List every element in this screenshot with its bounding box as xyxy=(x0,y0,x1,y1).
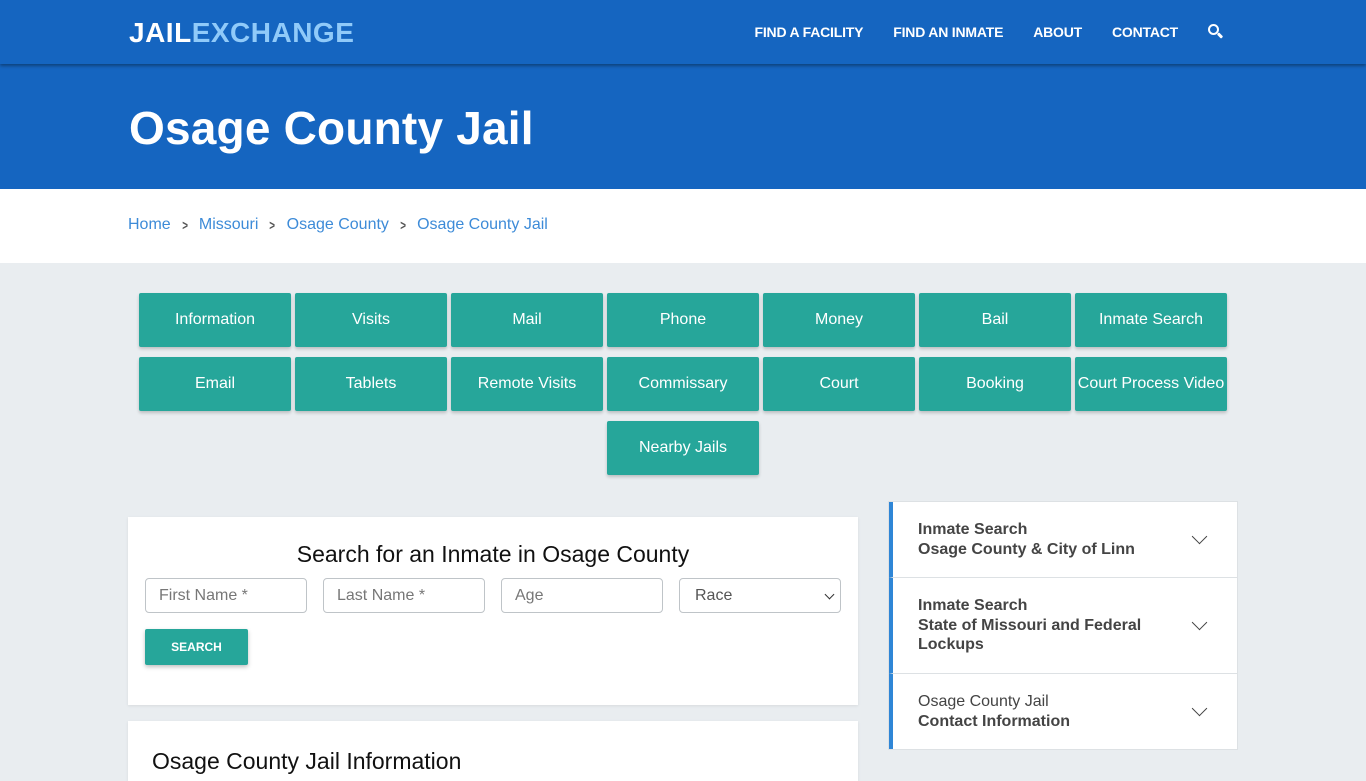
tile-email[interactable]: Email xyxy=(139,357,291,411)
chevron-down-icon xyxy=(1191,700,1208,716)
accordion-subtitle: Contact Information xyxy=(918,712,1070,730)
breadcrumb-bar: Home > Missouri > Osage County > Osage C… xyxy=(0,189,1366,263)
page-hero: Osage County Jail xyxy=(0,64,1366,189)
breadcrumb-osage-county[interactable]: Osage County xyxy=(287,216,389,234)
nav-about[interactable]: ABOUT xyxy=(1033,24,1082,40)
age-input[interactable]: Age xyxy=(501,578,663,613)
tile-information[interactable]: Information xyxy=(139,293,291,347)
accordion-title: Inmate Search xyxy=(918,597,1028,615)
tile-mail[interactable]: Mail xyxy=(451,293,603,347)
inmate-search-title: Search for an Inmate in Osage County xyxy=(296,541,690,567)
first-name-input[interactable]: First Name * xyxy=(145,578,307,613)
jail-information-card: Osage County Jail Information xyxy=(128,721,858,781)
last-name-input[interactable]: Last Name * xyxy=(323,578,485,613)
chevron-right-icon: > xyxy=(400,217,406,233)
tile-money[interactable]: Money xyxy=(763,293,915,347)
breadcrumb-missouri[interactable]: Missouri xyxy=(199,216,259,234)
breadcrumb: Home > Missouri > Osage County > Osage C… xyxy=(128,216,548,234)
tile-court-process-video[interactable]: Court Process Video xyxy=(1075,357,1227,411)
accordion-title: Inmate Search xyxy=(918,521,1028,538)
nav-contact[interactable]: CONTACT xyxy=(1112,24,1178,40)
tile-booking[interactable]: Booking xyxy=(919,357,1071,411)
accordion-subtitle: State of Missouri and Federal Lockups xyxy=(918,616,1142,654)
jail-information-title: Osage County Jail Information xyxy=(152,748,462,774)
chevron-right-icon: > xyxy=(269,217,276,233)
sidebar-accordion: Inmate Search Osage County & City of Lin… xyxy=(888,501,1238,750)
accordion-inmate-search-county[interactable]: Inmate Search Osage County & City of Lin… xyxy=(889,502,1237,578)
search-icon[interactable] xyxy=(1208,24,1224,40)
site-logo[interactable]: JAILEXCHANGE xyxy=(129,17,354,49)
tile-inmate-search[interactable]: Inmate Search xyxy=(1075,293,1227,347)
main-nav: FIND A FACILITY FIND AN INMATE ABOUT CON… xyxy=(725,0,1224,64)
tile-commissary[interactable]: Commissary xyxy=(607,357,759,411)
tile-visits[interactable]: Visits xyxy=(295,293,447,347)
race-select-value: Race xyxy=(695,586,733,604)
tile-nearby-jails[interactable]: Nearby Jails xyxy=(607,421,759,475)
chevron-down-icon xyxy=(1191,614,1208,630)
accordion-contact-information[interactable]: Osage County Jail Contact Information xyxy=(889,674,1237,749)
accordion-subtitle: Osage County & City of Linn xyxy=(918,540,1135,558)
logo-jail: JAIL xyxy=(129,17,192,48)
search-button[interactable]: SEARCH xyxy=(145,629,248,665)
top-navbar: JAILEXCHANGE FIND A FACILITY FIND AN INM… xyxy=(0,0,1366,64)
inmate-search-card: Search for an Inmate in Osage County Fir… xyxy=(128,517,858,705)
page-title: Osage County Jail xyxy=(129,102,534,154)
logo-exchange: EXCHANGE xyxy=(191,17,355,48)
accordion-title: Osage County Jail xyxy=(918,693,1049,710)
breadcrumb-home[interactable]: Home xyxy=(128,216,171,234)
race-select[interactable]: Race xyxy=(679,578,841,613)
breadcrumb-osage-county-jail[interactable]: Osage County Jail xyxy=(417,216,548,234)
tile-remote-visits[interactable]: Remote Visits xyxy=(451,357,603,411)
nav-find-an-inmate[interactable]: FIND AN INMATE xyxy=(893,24,1003,40)
accordion-inmate-search-state[interactable]: Inmate Search State of Missouri and Fede… xyxy=(889,578,1237,674)
tile-court[interactable]: Court xyxy=(763,357,915,411)
tile-phone[interactable]: Phone xyxy=(607,293,759,347)
chevron-down-icon xyxy=(824,589,835,600)
chevron-down-icon xyxy=(1191,528,1208,544)
tile-bail[interactable]: Bail xyxy=(919,293,1071,347)
nav-find-a-facility[interactable]: FIND A FACILITY xyxy=(755,24,864,40)
chevron-right-icon: > xyxy=(181,217,188,233)
tile-tablets[interactable]: Tablets xyxy=(295,357,447,411)
